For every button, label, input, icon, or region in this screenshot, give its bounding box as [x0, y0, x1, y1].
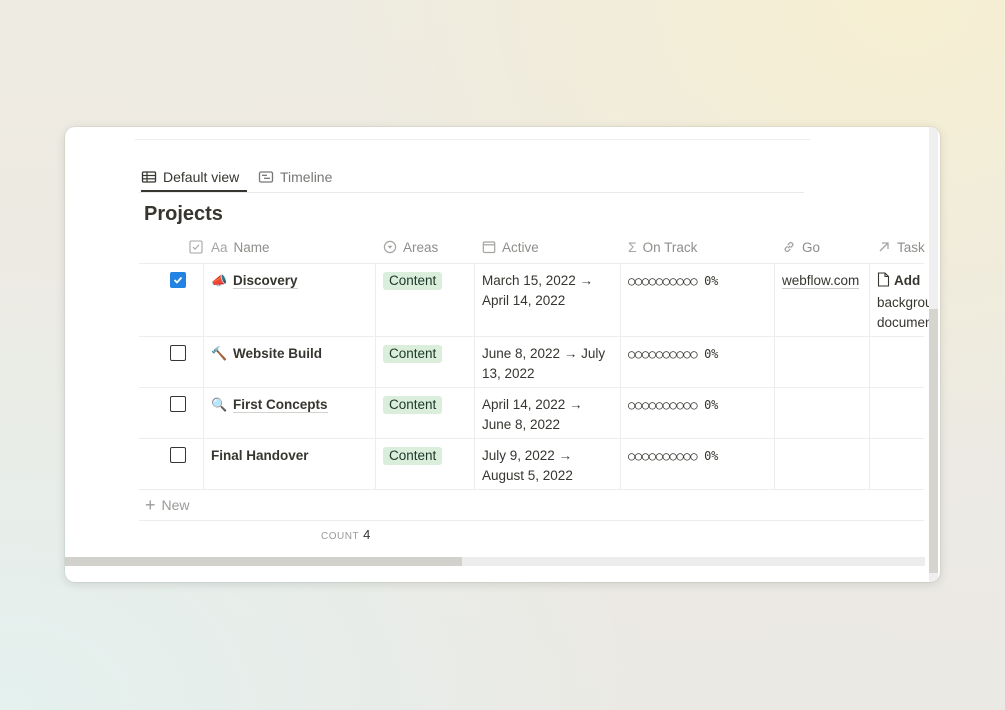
table-header: Aa Name Areas Active Σ On Track Go Task — [139, 231, 925, 264]
checkbox-icon — [189, 240, 203, 254]
database-table: Aa Name Areas Active Σ On Track Go Task … — [139, 231, 929, 521]
row-name[interactable]: First Concepts — [233, 397, 328, 413]
active-cell[interactable]: June 8, 2022 → July 13, 2022 — [474, 337, 621, 387]
row-check-cell — [139, 337, 204, 387]
column-label: Areas — [403, 239, 439, 255]
column-label: Name — [233, 239, 270, 255]
column-label: On Track — [642, 239, 698, 255]
areas-cell[interactable]: Content — [375, 264, 475, 336]
go-link[interactable]: webflow.com — [782, 273, 860, 289]
go-cell[interactable] — [774, 388, 870, 438]
name-cell[interactable]: 🔨 Website Build — [203, 337, 376, 387]
row-checkbox[interactable] — [170, 345, 186, 361]
column-header-go[interactable]: Go — [774, 231, 869, 263]
database-card: Default view Timeline Projects Aa Name A… — [65, 127, 940, 582]
column-header-areas[interactable]: Areas — [375, 231, 474, 263]
arrow-up-right-icon — [877, 240, 891, 254]
area-tag: Content — [383, 272, 443, 290]
on-track-cell: ○○○○○○○○○○ 0% — [620, 388, 775, 438]
date-range: June 8, 2022 → July 13, 2022 — [482, 346, 606, 381]
page-icon — [877, 272, 890, 293]
progress-text: ○○○○○○○○○○ 0% — [628, 449, 719, 463]
count-summary[interactable]: COUNT 4 — [321, 527, 370, 542]
on-track-cell: ○○○○○○○○○○ 0% — [620, 439, 775, 489]
progress-text: ○○○○○○○○○○ 0% — [628, 398, 719, 412]
row-check-cell — [139, 388, 204, 438]
table-icon — [141, 169, 157, 185]
megaphone-icon: 📣 — [211, 273, 228, 288]
row-check-cell — [139, 264, 204, 336]
new-label: New — [161, 497, 190, 513]
table-row[interactable]: 🔍 First Concepts Content April 14, 2022 →… — [139, 388, 924, 439]
tasks-cell[interactable]: Add background document — [869, 264, 929, 336]
plus-icon: + — [145, 494, 156, 515]
tasks-cell[interactable] — [869, 388, 929, 438]
count-value: 4 — [363, 527, 371, 542]
column-label: Go — [802, 239, 821, 255]
areas-cell[interactable]: Content — [375, 337, 475, 387]
column-label: Task — [897, 239, 925, 255]
go-cell[interactable] — [774, 337, 870, 387]
divider — [135, 139, 810, 140]
horizontal-scrollbar[interactable] — [65, 557, 925, 566]
new-row-button[interactable]: + New — [139, 490, 924, 521]
column-header-on-track[interactable]: Σ On Track — [620, 231, 774, 263]
date-range: July 9, 2022 → August 5, 2022 — [482, 448, 573, 483]
active-cell[interactable]: April 14, 2022 → June 8, 2022 — [474, 388, 621, 438]
table-row[interactable]: Final Handover Content July 9, 2022 → Au… — [139, 439, 924, 490]
column-header-tasks[interactable]: Task — [869, 231, 929, 263]
row-check-cell — [139, 439, 204, 489]
tab-default-view[interactable]: Default view — [141, 163, 248, 192]
date-range: April 14, 2022 → June 8, 2022 — [482, 397, 583, 432]
link-icon — [782, 240, 796, 254]
count-label: COUNT — [321, 531, 360, 542]
on-track-cell: ○○○○○○○○○○ 0% — [620, 264, 775, 336]
database-title: Projects — [144, 203, 223, 225]
row-name[interactable]: Website Build — [233, 346, 322, 361]
calendar-icon — [482, 240, 496, 254]
magnifier-icon: 🔍 — [211, 397, 228, 412]
name-cell[interactable]: 📣 Discovery — [203, 264, 376, 336]
table-row[interactable]: 📣 Discovery Content March 15, 2022 → Apri… — [139, 264, 929, 337]
hammer-icon: 🔨 — [211, 346, 228, 361]
area-tag: Content — [383, 345, 443, 363]
row-checkbox[interactable] — [170, 447, 186, 463]
tab-label: Default view — [163, 168, 240, 185]
progress-text: ○○○○○○○○○○ 0% — [628, 274, 719, 288]
tab-timeline[interactable]: Timeline — [258, 163, 332, 191]
row-name[interactable]: Discovery — [233, 273, 298, 289]
task-link[interactable]: Add — [894, 273, 920, 288]
area-tag: Content — [383, 447, 443, 465]
column-label: Active — [502, 239, 539, 255]
go-cell[interactable] — [774, 439, 870, 489]
tasks-cell[interactable] — [869, 439, 929, 489]
active-cell[interactable]: March 15, 2022 → April 14, 2022 — [474, 264, 621, 336]
name-cell[interactable]: 🔍 First Concepts — [203, 388, 376, 438]
name-cell[interactable]: Final Handover — [203, 439, 376, 489]
select-icon — [383, 240, 397, 254]
progress-text: ○○○○○○○○○○ 0% — [628, 347, 719, 361]
row-name[interactable]: Final Handover — [211, 448, 309, 463]
active-cell[interactable]: July 9, 2022 → August 5, 2022 — [474, 439, 621, 489]
vertical-scrollbar-thumb[interactable] — [929, 309, 938, 573]
column-header-active[interactable]: Active — [474, 231, 620, 263]
text-type-icon: Aa — [211, 239, 228, 255]
timeline-icon — [258, 169, 274, 185]
areas-cell[interactable]: Content — [375, 388, 475, 438]
tasks-cell[interactable] — [869, 337, 929, 387]
column-header-name[interactable]: Aa Name — [203, 231, 375, 263]
table-row[interactable]: 🔨 Website Build Content June 8, 2022 → Ju… — [139, 337, 924, 388]
task-link-rest: background document — [877, 295, 929, 330]
row-checkbox[interactable] — [170, 272, 186, 288]
sigma-icon: Σ — [628, 239, 637, 255]
areas-cell[interactable]: Content — [375, 439, 475, 489]
view-tabs: Default view Timeline — [139, 163, 804, 193]
horizontal-scrollbar-thumb[interactable] — [65, 557, 462, 566]
area-tag: Content — [383, 396, 443, 414]
on-track-cell: ○○○○○○○○○○ 0% — [620, 337, 775, 387]
tab-label: Timeline — [280, 169, 333, 185]
row-checkbox[interactable] — [170, 396, 186, 412]
go-cell[interactable]: webflow.com — [774, 264, 870, 336]
date-range: March 15, 2022 → April 14, 2022 — [482, 273, 594, 308]
